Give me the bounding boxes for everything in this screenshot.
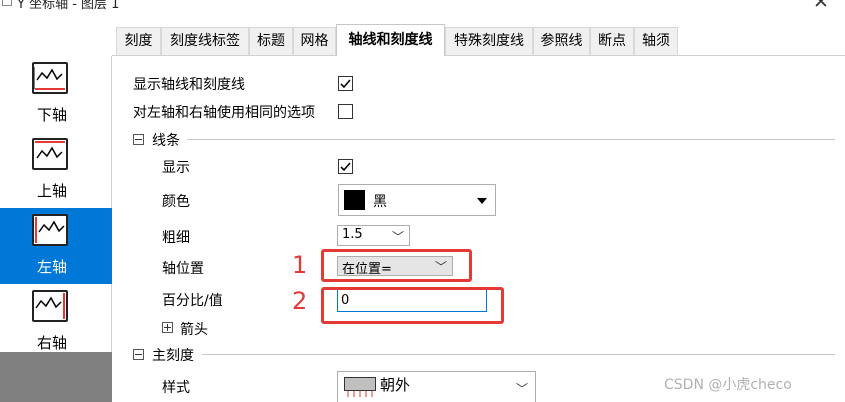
same-options-label: 对左轴和右轴使用相同的选项 [133,105,315,121]
sidebar-item-label: 右轴 [36,334,67,352]
line-thickness-value: 1.5 [342,227,363,242]
tick-style-swatch [344,377,376,391]
show-axis-ticks-label: 显示轴线和刻度线 [133,77,245,93]
show-axis-ticks-checkbox[interactable] [338,76,353,91]
axis-position-label: 轴位置 [162,261,204,277]
line-color-dropdown[interactable]: 黑 [338,184,496,216]
line-thickness-dropdown[interactable]: 1.5 ﹀ [337,225,410,246]
annotation-number-2: 2 [292,287,308,315]
group-divider [187,139,835,140]
line-color-label: 颜色 [162,194,190,210]
sidebar-item-bottom-axis[interactable]: 下轴 [0,56,112,132]
group-divider [202,354,835,355]
line-show-checkbox[interactable] [338,159,353,174]
sidebar-item-left-axis[interactable]: 左轴 [0,208,112,284]
sidebar-item-label: 左轴 [36,258,67,276]
sidebar-item-right-axis[interactable]: 右轴 [0,284,112,352]
tab-reference-lines[interactable]: 参照线 [533,27,590,55]
tab-rug[interactable]: 轴须 [634,27,678,55]
sidebar-item-top-axis[interactable]: 上轴 [0,132,112,208]
window-titlebar: Y 坐标轴 - 图层 1 ✕ [0,0,845,22]
annotation-box-1 [321,249,472,282]
line-show-label: 显示 [162,160,190,176]
top-axis-icon [32,138,68,170]
same-options-checkbox[interactable] [338,104,353,119]
expand-icon[interactable] [162,322,173,333]
tab-breaks[interactable]: 断点 [590,27,634,55]
outward-ticks-icon [347,391,373,397]
major-tick-group-title: 主刻度 [152,348,194,364]
chevron-down-icon: ﹀ [391,230,404,244]
collapse-icon[interactable] [133,134,144,145]
tab-special-ticks[interactable]: 特殊刻度线 [445,27,533,55]
line-thickness-label: 粗细 [162,230,190,246]
sidebar-item-label: 下轴 [36,106,67,124]
tab-title[interactable]: 标题 [249,27,293,55]
tab-bar: 刻度 刻度线标签 标题 网格 轴线和刻度线 特殊刻度线 参照线 断点 轴须 [112,24,845,56]
annotation-number-1: 1 [292,251,308,279]
line-group-title: 线条 [152,133,180,149]
annotation-box-2 [321,287,504,324]
collapse-icon[interactable] [133,349,144,360]
app-icon [2,0,12,6]
left-axis-icon [32,214,68,246]
percent-value-label: 百分比/值 [162,293,223,309]
tick-style-label: 样式 [162,380,190,396]
window-title: Y 坐标轴 - 图层 1 [17,0,120,12]
tab-scale[interactable]: 刻度 [116,27,161,55]
dropdown-arrow-icon [477,198,487,204]
chevron-down-icon: ﹀ [515,382,528,396]
tick-style-dropdown[interactable]: 朝外 ﹀ [337,371,536,402]
right-axis-icon [32,290,68,322]
sidebar-item-label: 上轴 [36,182,67,200]
watermark: CSDN @小虎checo [664,377,792,393]
tick-style-value: 朝外 [380,376,411,394]
close-icon[interactable]: ✕ [813,0,829,13]
color-swatch [344,190,365,210]
tab-tick-labels[interactable]: 刻度线标签 [161,27,249,55]
line-color-value: 黑 [373,194,387,210]
tab-grid[interactable]: 网格 [293,27,336,55]
tab-line-and-ticks[interactable]: 轴线和刻度线 [336,24,445,56]
arrow-label: 箭头 [180,322,208,338]
axis-list: 下轴 上轴 左轴 右轴 [0,56,112,402]
bottom-axis-icon [32,62,68,94]
axis-line-ticks-panel: 显示轴线和刻度线 对左轴和右轴使用相同的选项 线条 显示 颜色 黑 粗细 1.5… [112,57,845,402]
